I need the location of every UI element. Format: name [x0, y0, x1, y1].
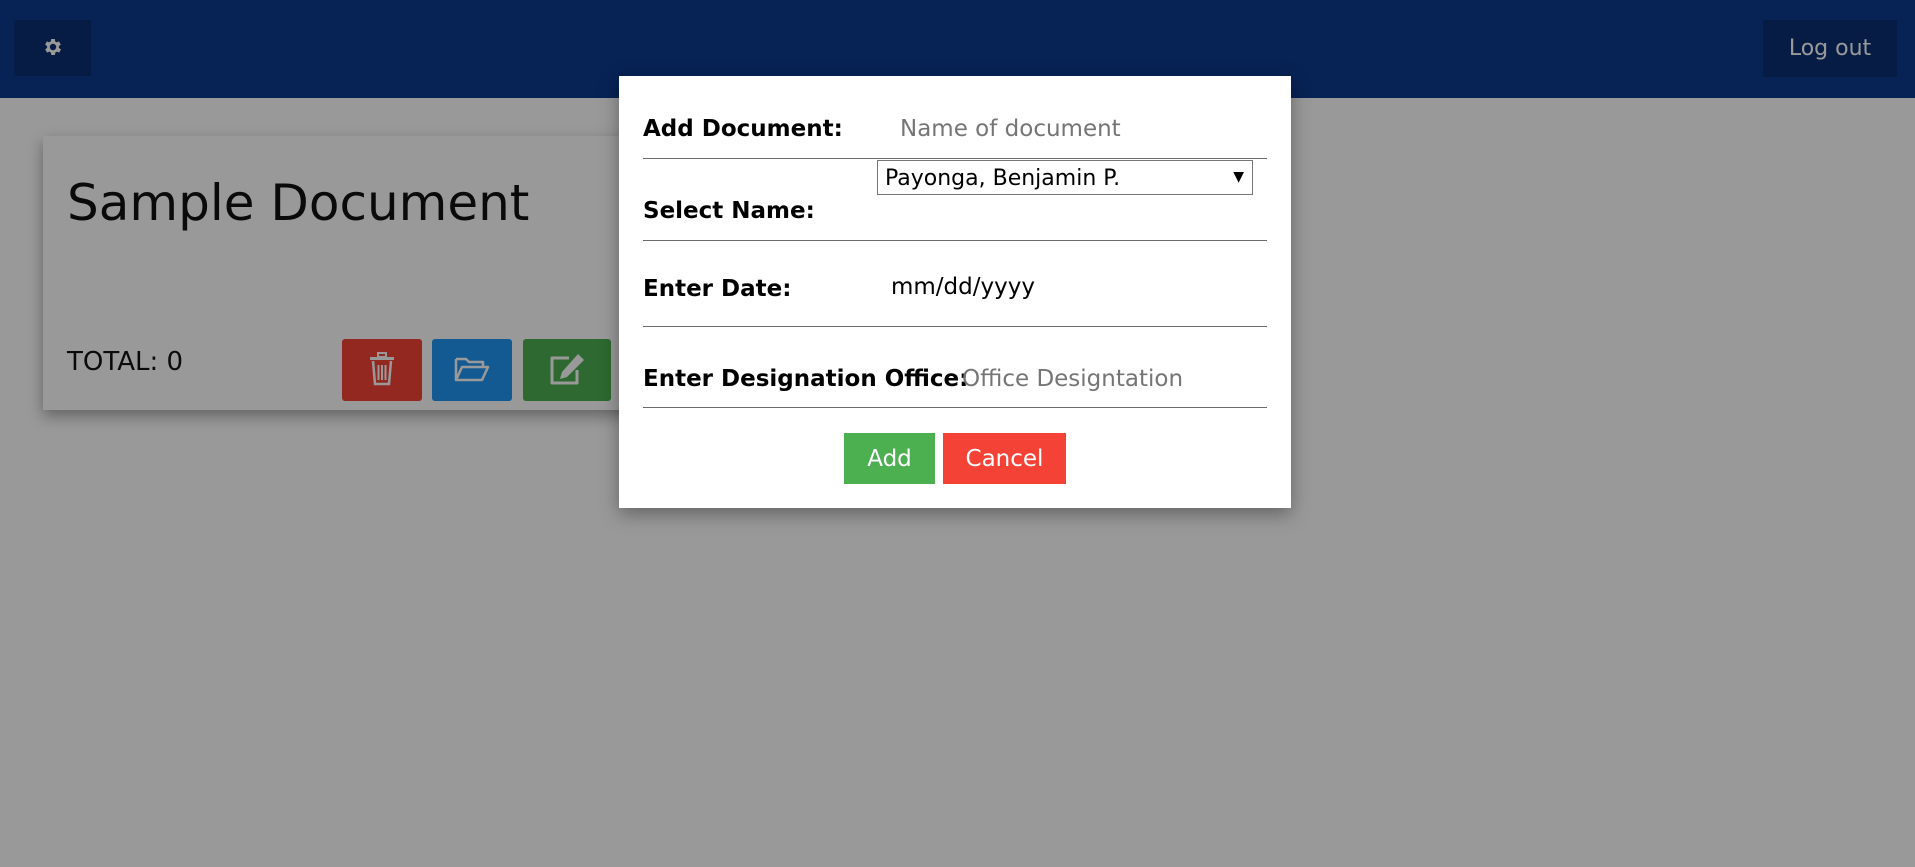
- dropdown-arrow-icon: ▼: [1233, 169, 1244, 185]
- date-input[interactable]: mm/dd/yyyy: [891, 274, 1131, 308]
- designation-office-input[interactable]: [960, 361, 1264, 397]
- select-name-label: Select Name:: [643, 198, 815, 224]
- enter-date-label: Enter Date:: [643, 276, 792, 302]
- document-name-row: Add Document:: [643, 76, 1267, 159]
- add-document-dialog: Add Document: Select Name: Payonga, Benj…: [619, 76, 1291, 508]
- cancel-button[interactable]: Cancel: [943, 433, 1066, 484]
- name-select[interactable]: Payonga, Benjamin P. ▼: [877, 160, 1253, 195]
- selected-name-value: Payonga, Benjamin P.: [885, 166, 1121, 191]
- select-name-row: Select Name: Payonga, Benjamin P. ▼: [643, 158, 1267, 241]
- document-name-input[interactable]: [898, 111, 1262, 147]
- designation-label: Enter Designation Office:: [643, 366, 969, 392]
- date-row: Enter Date: mm/dd/yyyy: [643, 240, 1267, 327]
- add-document-label: Add Document:: [643, 116, 843, 142]
- designation-row: Enter Designation Office:: [643, 326, 1267, 408]
- add-button[interactable]: Add: [844, 433, 935, 484]
